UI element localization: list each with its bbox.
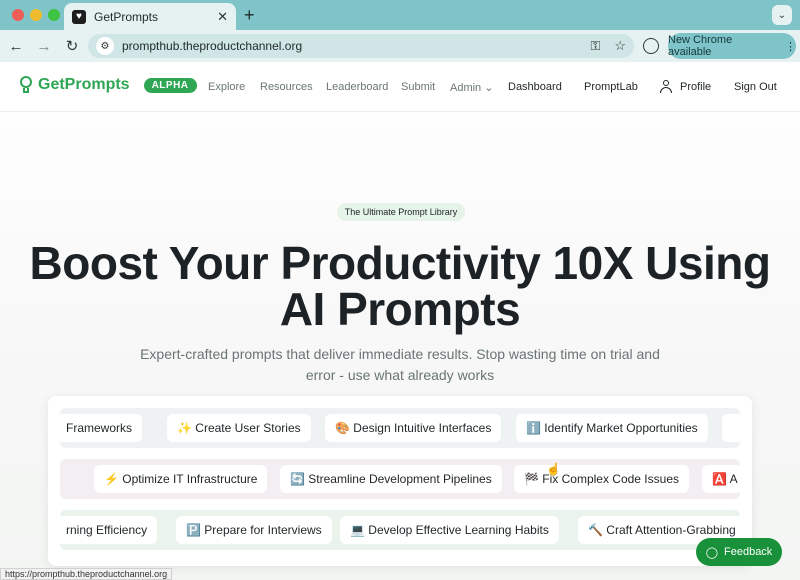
heart-icon: ♥ xyxy=(72,9,86,24)
forward-button[interactable]: → xyxy=(32,34,56,58)
web-page: GetPrompts ALPHA Explore Resources Leade… xyxy=(0,62,800,580)
feedback-button[interactable]: ◯ Feedback xyxy=(696,538,782,566)
nav-promptlab[interactable]: PromptLab xyxy=(584,81,638,93)
reload-button[interactable]: ↻ xyxy=(60,34,84,58)
subtitle-line-1: Expert-crafted prompts that deliver imme… xyxy=(140,346,660,362)
tab-search-button[interactable]: ⌄ xyxy=(772,5,792,25)
subtitle-line-2: error - use what already works xyxy=(305,367,495,383)
nav-sign-out[interactable]: Sign Out xyxy=(734,81,777,93)
user-icon xyxy=(660,80,672,93)
key-icon[interactable]: ⚿ xyxy=(590,38,600,54)
hero-pill: The Ultimate Prompt Library xyxy=(337,203,465,221)
nav-resources[interactable]: Resources xyxy=(260,81,313,93)
headline-line-1: Boost Your Productivity 10X Using xyxy=(29,237,771,289)
back-button[interactable]: ← xyxy=(4,34,28,58)
address-bar[interactable]: ⚙ prompthub.theproductchannel.org ⚿ ☆ xyxy=(88,34,634,58)
zoom-window-button[interactable] xyxy=(48,9,60,21)
pointer-cursor-icon: ☝ xyxy=(546,462,561,476)
tab-title: GetPrompts xyxy=(94,9,159,24)
nav-submit[interactable]: Submit xyxy=(401,81,435,93)
bookmark-star-icon[interactable]: ☆ xyxy=(614,38,626,54)
prompt-chip[interactable]: rning Efficiency xyxy=(60,516,158,544)
prompt-chip[interactable]: Frameworks xyxy=(60,414,143,442)
prompt-chip[interactable]: 💻 Develop Effective Learning Habits xyxy=(340,516,559,544)
more-menu-icon[interactable]: ⋮ xyxy=(785,40,796,53)
admin-label: Admin xyxy=(450,82,482,94)
marquee-row: ⚡ Optimize IT Infrastructure 🔄 Streamlin… xyxy=(60,459,740,499)
nav-profile[interactable]: Profile xyxy=(680,81,711,93)
prompt-chip[interactable]: 🎨 Design Intuitive Interfaces xyxy=(325,414,502,442)
feedback-label: Feedback xyxy=(724,546,773,558)
status-bar-url: https://prompthub.theproductchannel.org xyxy=(0,568,173,580)
headline-line-2: AI Prompts xyxy=(279,283,521,335)
prompt-chip[interactable]: ℹ️ Identify Market Opportunities xyxy=(516,414,708,442)
site-navbar: GetPrompts ALPHA Explore Resources Leade… xyxy=(0,62,800,112)
minimize-window-button[interactable] xyxy=(30,9,42,21)
browser-tab-strip: ♥ GetPrompts ✕ + ⌄ xyxy=(0,0,800,30)
marquee-row: Frameworks ✨ Create User Stories 🎨 Desig… xyxy=(60,408,740,448)
chrome-update-button[interactable]: New Chrome available ⋮ xyxy=(668,33,796,59)
nav-dashboard[interactable]: Dashboard xyxy=(508,81,562,93)
browser-toolbar: ← → ↻ ⚙ prompthub.theproductchannel.org … xyxy=(0,30,800,62)
marquee-row: rning Efficiency 🅿️ Prepare for Intervie… xyxy=(60,510,740,550)
prompt-chip[interactable]: 🔄 Streamline Development Pipelines xyxy=(280,465,502,493)
close-tab-icon[interactable]: ✕ xyxy=(217,9,228,25)
nav-explore[interactable]: Explore xyxy=(208,81,245,93)
nav-leaderboard[interactable]: Leaderboard xyxy=(326,81,388,93)
alpha-badge: ALPHA xyxy=(143,77,197,93)
lightbulb-icon xyxy=(20,76,32,94)
new-tab-button[interactable]: + xyxy=(244,5,255,26)
chevron-down-icon: ⌄ xyxy=(484,82,494,94)
url-text: prompthub.theproductchannel.org xyxy=(122,39,303,53)
profile-icon[interactable] xyxy=(643,38,659,54)
site-settings-icon[interactable]: ⚙ xyxy=(96,37,114,55)
prompt-chip[interactable]: 🅰️ A xyxy=(702,465,740,493)
prompt-chip[interactable]: ✨ Create User Stories xyxy=(167,414,311,442)
hero-headline: Boost Your Productivity 10X Using AI Pro… xyxy=(0,240,800,332)
prompt-chip[interactable]: 🅿️ Prepare for Interviews xyxy=(176,516,332,544)
chat-bubble-icon: ◯ xyxy=(705,546,718,559)
browser-tab[interactable]: ♥ GetPrompts ✕ xyxy=(64,3,236,30)
prompt-marquee-card: Frameworks ✨ Create User Stories 🎨 Desig… xyxy=(48,396,752,566)
nav-admin-dropdown[interactable]: Admin ⌄ xyxy=(450,81,493,94)
close-window-button[interactable] xyxy=(12,9,24,21)
brand-name: GetPrompts xyxy=(38,76,130,93)
prompt-chip-partial[interactable] xyxy=(722,414,740,442)
update-label: New Chrome available xyxy=(668,34,733,58)
site-logo[interactable]: GetPrompts ALPHA xyxy=(20,76,197,94)
prompt-chip[interactable]: ⚡ Optimize IT Infrastructure xyxy=(94,465,268,493)
hero-subtitle: Expert-crafted prompts that deliver imme… xyxy=(120,344,680,386)
prompt-chip[interactable]: 🏁 Fix Complex Code Issues xyxy=(514,465,689,493)
